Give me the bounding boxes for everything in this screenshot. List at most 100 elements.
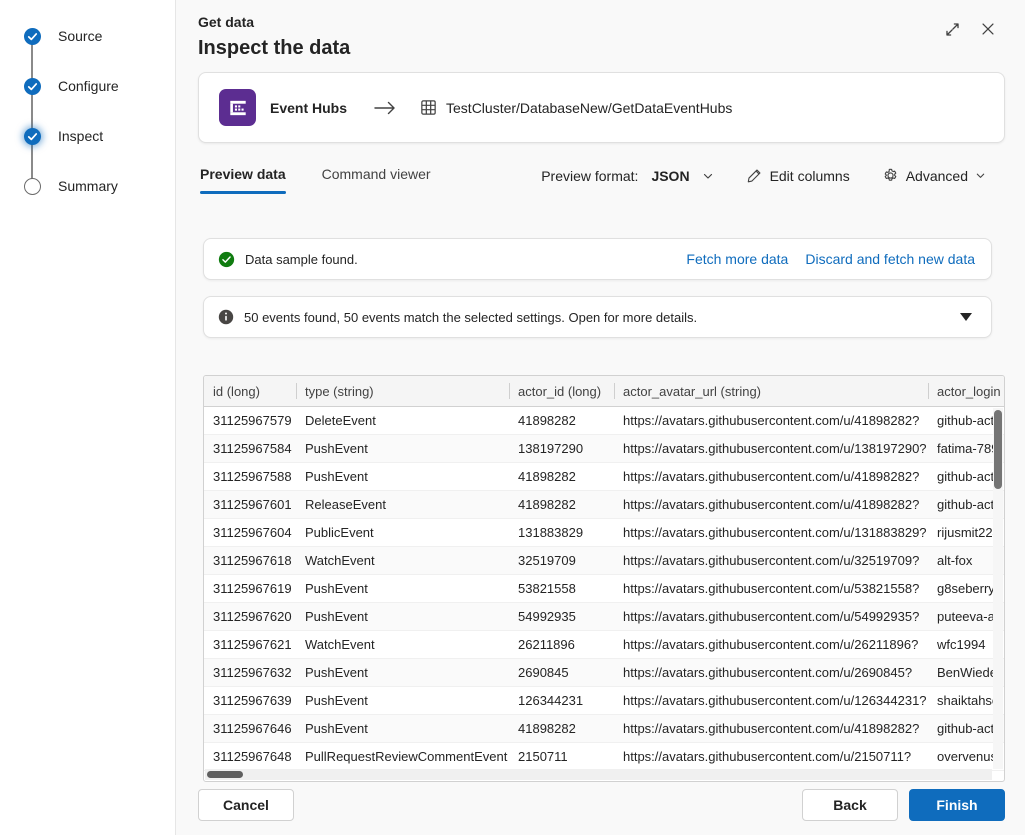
data-sample-bar: Data sample found. Fetch more data Discar… xyxy=(203,238,992,280)
table-cell: PushEvent xyxy=(296,575,509,602)
table-row: 31125967620PushEvent54992935https://avat… xyxy=(204,603,1004,631)
table-cell: 31125967618 xyxy=(204,547,296,574)
column-header: actor_login xyxy=(928,376,1005,406)
source-card: Event Hubs TestCluster/DatabaseNew/GetDa… xyxy=(198,72,1005,143)
footer-right-group: Back Finish xyxy=(802,789,1005,821)
step-label: Summary xyxy=(58,178,118,194)
table-cell: https://avatars.githubusercontent.com/u/… xyxy=(614,743,928,770)
table-cell: WatchEvent xyxy=(296,631,509,658)
sidebar-step-configure[interactable]: Configure xyxy=(0,61,175,111)
table-cell: 41898282 xyxy=(509,463,614,490)
table-cell: https://avatars.githubusercontent.com/u/… xyxy=(614,575,928,602)
table-cell: 31125967601 xyxy=(204,491,296,518)
horizontal-scrollbar-thumb[interactable] xyxy=(207,771,243,778)
data-sample-message: Data sample found. xyxy=(245,252,358,267)
tab-preview-data[interactable]: Preview data xyxy=(200,164,286,194)
column-header: type (string) xyxy=(296,376,509,406)
table-header-row: id (long)type (string)actor_id (long)act… xyxy=(204,376,1004,407)
success-check-icon xyxy=(218,251,235,268)
title-block: Get data Inspect the data xyxy=(198,14,350,60)
vertical-scrollbar-thumb[interactable] xyxy=(994,410,1002,489)
tab-command-viewer[interactable]: Command viewer xyxy=(322,164,431,194)
table-cell: PushEvent xyxy=(296,659,509,686)
event-hubs-icon xyxy=(219,89,256,126)
sidebar-step-inspect[interactable]: Inspect xyxy=(0,111,175,161)
table-row: 31125967584PushEvent138197290https://ava… xyxy=(204,435,1004,463)
table-cell: https://avatars.githubusercontent.com/u/… xyxy=(614,631,928,658)
chevron-down-icon xyxy=(975,170,986,181)
table-row: 31125967601ReleaseEvent41898282https://a… xyxy=(204,491,1004,519)
table-cell: PushEvent xyxy=(296,715,509,742)
finish-button[interactable]: Finish xyxy=(909,789,1005,821)
table-cell: 31125967646 xyxy=(204,715,296,742)
events-info-bar: 50 events found, 50 events match the sel… xyxy=(203,296,992,338)
table-cell: 31125967588 xyxy=(204,463,296,490)
table-row: 31125967604PublicEvent131883829https://a… xyxy=(204,519,1004,547)
table-cell: https://avatars.githubusercontent.com/u/… xyxy=(614,435,928,462)
titlebar: Get data Inspect the data xyxy=(198,14,1005,60)
table-cell: PullRequestReviewCommentEvent xyxy=(296,743,509,770)
cancel-button[interactable]: Cancel xyxy=(198,789,294,821)
table-row: 31125967619PushEvent53821558https://avat… xyxy=(204,575,1004,603)
back-button[interactable]: Back xyxy=(802,789,898,821)
step-label: Source xyxy=(58,28,102,44)
step-check-icon xyxy=(24,128,41,145)
events-message: 50 events found, 50 events match the sel… xyxy=(244,310,697,325)
table-cell: https://avatars.githubusercontent.com/u/… xyxy=(614,659,928,686)
table-cell: WatchEvent xyxy=(296,547,509,574)
advanced-label: Advanced xyxy=(906,168,968,184)
table-cell: https://avatars.githubusercontent.com/u/… xyxy=(614,603,928,630)
table-row: 31125967646PushEvent41898282https://avat… xyxy=(204,715,1004,743)
table-cell: 126344231 xyxy=(509,687,614,714)
edit-columns-button[interactable]: Edit columns xyxy=(742,165,854,186)
discard-and-fetch-new-data-link[interactable]: Discard and fetch new data xyxy=(805,251,975,267)
preview-format-value: JSON xyxy=(651,168,689,184)
table-row: 31125967632PushEvent2690845https://avata… xyxy=(204,659,1004,687)
step-label: Inspect xyxy=(58,128,103,144)
table-cell: 41898282 xyxy=(509,491,614,518)
expand-details-icon[interactable] xyxy=(957,310,975,324)
page-title: Inspect the data xyxy=(198,37,350,60)
footer-actions: Cancel Back Finish xyxy=(198,789,1005,821)
table-cell: 31125967584 xyxy=(204,435,296,462)
advanced-button[interactable]: Advanced xyxy=(878,165,990,186)
table-cell: https://avatars.githubusercontent.com/u/… xyxy=(614,687,928,714)
table-cell: 54992935 xyxy=(509,603,614,630)
table-cell: PushEvent xyxy=(296,603,509,630)
table-cell: PublicEvent xyxy=(296,519,509,546)
table-cell: 31125967648 xyxy=(204,743,296,770)
step-label: Configure xyxy=(58,78,119,94)
sidebar-step-source[interactable]: Source xyxy=(0,11,175,61)
close-icon[interactable] xyxy=(977,18,999,40)
table-cell: PushEvent xyxy=(296,687,509,714)
fetch-more-data-link[interactable]: Fetch more data xyxy=(686,251,788,267)
table-cell: 31125967639 xyxy=(204,687,296,714)
horizontal-scrollbar[interactable] xyxy=(205,769,992,780)
sample-links: Fetch more data Discard and fetch new dat… xyxy=(686,251,975,267)
table-row: 31125967588PushEvent41898282https://avat… xyxy=(204,463,1004,491)
table-cell: https://avatars.githubusercontent.com/u/… xyxy=(614,715,928,742)
table-cell: https://avatars.githubusercontent.com/u/… xyxy=(614,519,928,546)
step-check-icon xyxy=(24,78,41,95)
column-header: actor_id (long) xyxy=(509,376,614,406)
dialog-title: Get data xyxy=(198,14,350,30)
step-empty-circle-icon xyxy=(24,178,41,195)
chevron-down-icon xyxy=(702,170,714,182)
expand-icon[interactable] xyxy=(941,18,963,40)
table-cell: 41898282 xyxy=(509,715,614,742)
table-body: 31125967579DeleteEvent41898282https://av… xyxy=(204,407,1004,771)
table-cell: 31125967604 xyxy=(204,519,296,546)
preview-format-dropdown[interactable]: JSON xyxy=(647,166,717,186)
table-cell: PushEvent xyxy=(296,463,509,490)
table-cell: 2690845 xyxy=(509,659,614,686)
info-icon xyxy=(218,309,234,325)
table-cell: https://avatars.githubusercontent.com/u/… xyxy=(614,407,928,434)
table-cell: 131883829 xyxy=(509,519,614,546)
column-header: actor_avatar_url (string) xyxy=(614,376,928,406)
vertical-scrollbar[interactable] xyxy=(993,408,1003,769)
gear-icon xyxy=(882,167,899,184)
preview-table: id (long)type (string)actor_id (long)act… xyxy=(203,375,1005,782)
table-cell: 31125967621 xyxy=(204,631,296,658)
table-cell: 2150711 xyxy=(509,743,614,770)
preview-format-label: Preview format: xyxy=(541,168,638,184)
